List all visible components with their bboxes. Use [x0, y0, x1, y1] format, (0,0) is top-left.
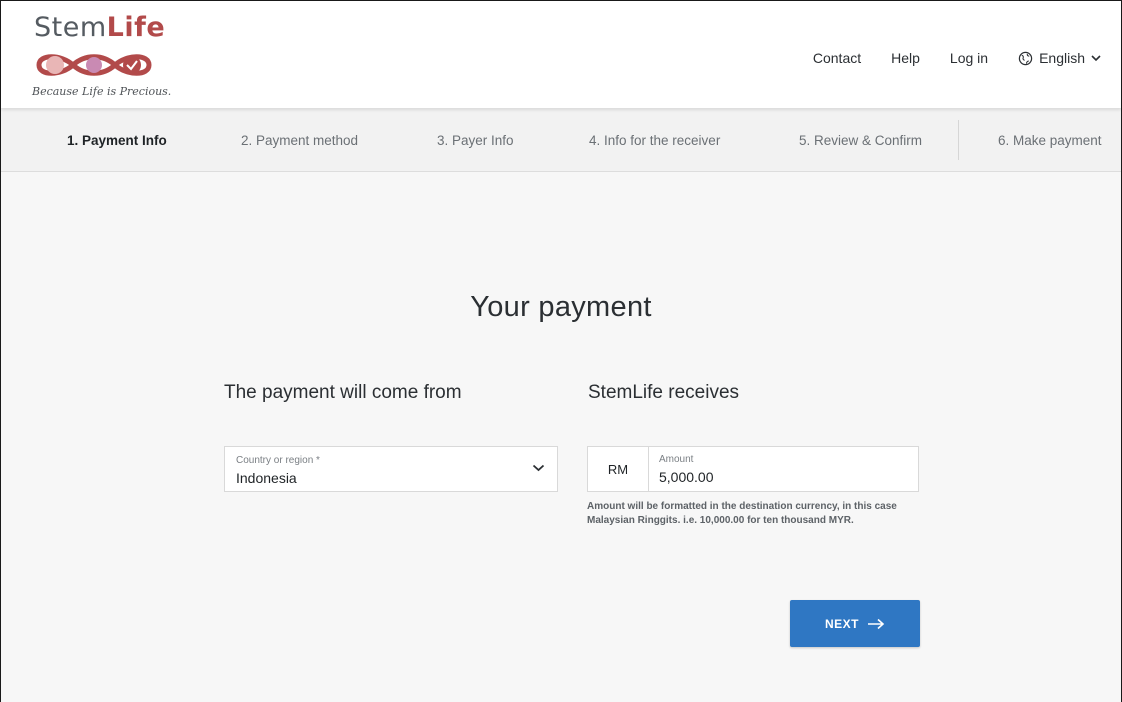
top-navigation: Contact Help Log in English: [813, 50, 1101, 66]
language-selector[interactable]: English: [1018, 50, 1101, 66]
logo-wordmark: StemLife: [34, 13, 165, 43]
step-make-payment[interactable]: 6. Make payment: [998, 133, 1102, 148]
site-header: StemLife Because Life is Precious. Conta…: [1, 1, 1121, 108]
steps-divider: [958, 120, 959, 160]
logo-word-regular: Stem: [34, 12, 107, 43]
step-payment-method[interactable]: 2. Payment method: [241, 133, 358, 148]
payment-source-heading: The payment will come from: [224, 382, 462, 403]
step-review-confirm[interactable]: 5. Review & Confirm: [799, 133, 922, 148]
login-link[interactable]: Log in: [950, 50, 988, 66]
page-title: Your payment: [470, 291, 652, 323]
logo-word-bold: Life: [106, 12, 166, 43]
contact-link[interactable]: Contact: [813, 50, 861, 66]
step-payer-info[interactable]: 3. Payer Info: [437, 133, 514, 148]
amount-helper-text: Amount will be formatted in the destinat…: [587, 501, 897, 526]
logo-tagline: Because Life is Precious.: [32, 85, 172, 98]
help-link[interactable]: Help: [891, 50, 920, 66]
amount-label: Amount: [659, 454, 694, 465]
infinity-logo-icon: [36, 54, 152, 76]
chevron-down-icon: [532, 464, 545, 472]
amount-field: RM Amount 5,000.00: [587, 446, 919, 492]
language-label: English: [1039, 50, 1085, 66]
next-button-label: NEXT: [824, 616, 859, 631]
step-payment-info[interactable]: 1. Payment Info: [67, 133, 167, 148]
next-button[interactable]: NEXT: [790, 600, 920, 647]
arrow-right-icon: [868, 618, 885, 629]
receiver-heading: StemLife receives: [588, 382, 740, 403]
step-receiver-info[interactable]: 4. Info for the receiver: [589, 133, 720, 148]
page-frame: StemLife Because Life is Precious. Conta…: [0, 0, 1122, 702]
globe-icon: [1018, 51, 1033, 65]
currency-label: RM: [588, 447, 649, 491]
chevron-down-icon: [1091, 54, 1101, 61]
country-select[interactable]: Country or region * Indonesia: [224, 446, 558, 492]
country-select-value: Indonesia: [236, 470, 297, 486]
checkout-steps: 1. Payment Info 2. Payment method 3. Pay…: [1, 108, 1121, 172]
amount-input[interactable]: 5,000.00: [659, 469, 714, 485]
country-select-label: Country or region *: [236, 455, 320, 466]
stemlife-logo[interactable]: StemLife Because Life is Precious.: [31, 13, 181, 105]
